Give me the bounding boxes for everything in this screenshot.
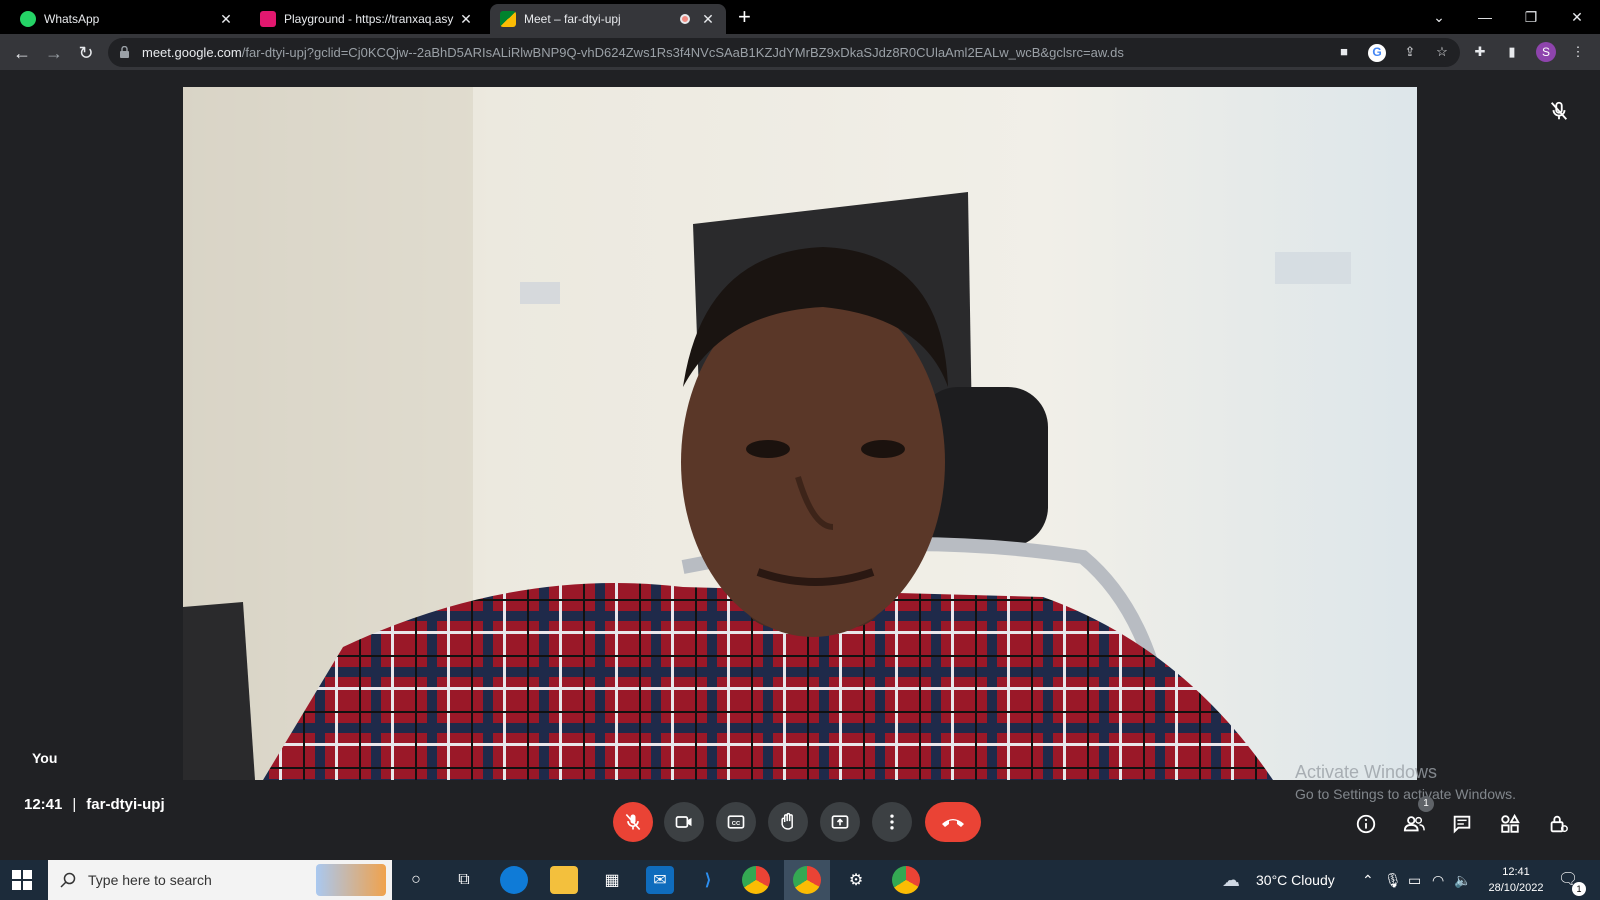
camera-icon	[675, 816, 692, 828]
url-host: meet.google.com	[142, 45, 242, 60]
close-tab-icon[interactable]: ✕	[700, 11, 716, 28]
webcam-image	[183, 87, 1417, 780]
notification-count-badge: 1	[1572, 882, 1586, 896]
raise-hand-icon	[781, 812, 793, 830]
minimize-button[interactable]: —	[1462, 4, 1508, 30]
meeting-details: 12:41 | far-dtyi-upj	[24, 796, 165, 813]
microphone-icon[interactable]: 🎙	[1384, 860, 1402, 900]
mail-icon[interactable]: ✉	[646, 866, 674, 894]
restore-button[interactable]: ❐	[1508, 4, 1554, 30]
leave-call-button[interactable]	[925, 802, 981, 842]
chrome-second-icon[interactable]	[892, 866, 920, 894]
playground-favicon-icon	[260, 11, 276, 27]
file-explorer-icon[interactable]	[550, 866, 578, 894]
forward-button[interactable]: →	[42, 41, 66, 65]
meeting-details-button[interactable]	[1352, 810, 1380, 838]
windows-taskbar: Type here to search ○ ⧉ ▦ ✉ ⟩ ⚙ ☁ 30°C C…	[0, 860, 1600, 900]
tab-search-icon[interactable]: ⌄	[1416, 4, 1462, 30]
clock-time: 12:41	[1502, 866, 1530, 878]
battery-icon[interactable]: ▭	[1408, 860, 1421, 900]
present-icon	[831, 815, 849, 829]
activate-windows-title: Activate Windows	[1295, 762, 1438, 782]
activate-windows-subtitle: Go to Settings to activate Windows.	[1295, 786, 1516, 802]
meeting-time: 12:41	[24, 796, 63, 813]
clock-date: 28/10/2022	[1488, 882, 1544, 894]
cloud-weather-icon[interactable]: ☁	[1222, 860, 1240, 900]
vscode-icon[interactable]: ⟩	[694, 866, 722, 894]
tab-title: Meet – far-dtyi-upj	[524, 12, 621, 26]
recording-indicator-icon	[680, 14, 690, 24]
tab-whatsapp[interactable]: WhatsApp ✕	[10, 4, 244, 34]
closed-captions-icon: CC	[727, 815, 745, 829]
hang-up-icon	[942, 819, 964, 827]
windows-start-icon[interactable]	[12, 870, 32, 890]
camera-in-use-icon[interactable]: ■	[1336, 44, 1352, 60]
self-video-feed	[183, 87, 1417, 780]
separator: |	[72, 796, 77, 813]
close-tab-icon[interactable]: ✕	[458, 11, 474, 28]
svg-text:CC: CC	[732, 821, 741, 827]
google-meet-icon	[500, 11, 516, 27]
chat-icon	[1453, 815, 1471, 834]
tab-title: WhatsApp	[44, 12, 100, 26]
info-icon	[1356, 814, 1376, 834]
volume-icon[interactable]: 🔈	[1454, 860, 1471, 900]
mic-toggle-button[interactable]	[613, 802, 653, 842]
raise-hand-button[interactable]	[768, 802, 808, 842]
chat-button[interactable]	[1448, 810, 1476, 838]
more-vert-icon	[890, 814, 894, 830]
people-icon	[1403, 816, 1425, 832]
reload-button[interactable]: ↻	[74, 41, 98, 65]
camera-toggle-button[interactable]	[664, 802, 704, 842]
meeting-code: far-dtyi-upj	[86, 796, 165, 813]
activities-button[interactable]	[1496, 810, 1524, 838]
more-options-button[interactable]	[872, 802, 912, 842]
close-tab-icon[interactable]: ✕	[218, 11, 234, 28]
browser-tab-bar: WhatsApp ✕ Playground - https://tranxaq.…	[0, 0, 1600, 34]
close-window-button[interactable]: ✕	[1554, 4, 1600, 30]
people-button[interactable]	[1400, 810, 1428, 838]
search-placeholder: Type here to search	[88, 872, 212, 888]
weather-status[interactable]: 30°C Cloudy	[1256, 860, 1335, 900]
side-panel-icon[interactable]: ▮	[1504, 44, 1520, 60]
whatsapp-icon	[20, 11, 36, 27]
back-button[interactable]: ←	[10, 41, 34, 65]
profile-avatar[interactable]: S	[1536, 42, 1556, 62]
tile-mic-off-icon	[1550, 101, 1568, 120]
cortana-icon[interactable]: ○	[402, 866, 430, 894]
settings-gear-icon[interactable]: ⚙	[842, 866, 870, 894]
tab-playground[interactable]: Playground - https://tranxaq.asy ✕	[250, 4, 484, 34]
extensions-icon[interactable]: ✚	[1472, 44, 1488, 60]
show-hidden-icons-chevron-icon[interactable]: ⌃	[1362, 860, 1374, 900]
tab-title: Playground - https://tranxaq.asy	[284, 12, 454, 26]
tab-meet[interactable]: Meet – far-dtyi-upj ✕	[490, 4, 726, 34]
search-highlight-icon[interactable]	[316, 864, 386, 896]
present-screen-button[interactable]	[820, 802, 860, 842]
address-bar[interactable]: meet.google.com/far-dtyi-upj?gclid=Cj0KC…	[108, 38, 1460, 67]
bookmark-star-icon[interactable]: ☆	[1434, 44, 1450, 60]
host-controls-button[interactable]	[1544, 810, 1572, 838]
participant-count-badge: 1	[1418, 796, 1434, 812]
host-controls-lock-icon	[1550, 815, 1568, 833]
browser-toolbar: ← → ↻ meet.google.com/far-dtyi-upj?gclid…	[0, 34, 1600, 71]
share-icon[interactable]: ⇪	[1402, 44, 1418, 60]
activities-icon	[1501, 813, 1520, 833]
self-name-label: You	[32, 750, 58, 766]
lock-icon[interactable]	[120, 46, 129, 58]
microsoft-store-icon[interactable]: ▦	[598, 866, 626, 894]
wifi-icon[interactable]: ◠	[1432, 860, 1444, 900]
chrome-icon[interactable]	[742, 866, 770, 894]
edge-browser-icon[interactable]	[500, 866, 528, 894]
browser-menu-icon[interactable]: ⋮	[1570, 44, 1586, 60]
new-tab-button[interactable]: +	[738, 6, 751, 28]
meet-stage: You 12:41 | far-dtyi-upj CC Activate Win…	[0, 72, 1600, 850]
mic-off-icon	[625, 813, 641, 831]
google-lens-icon[interactable]: G	[1368, 44, 1386, 62]
search-icon	[60, 872, 76, 888]
url-path: /far-dtyi-upj?gclid=Cj0KCQjw--2aBhD5ARIs…	[241, 45, 1124, 60]
chrome-profile-icon[interactable]	[793, 866, 821, 894]
taskbar-clock[interactable]: 12:41 28/10/2022	[1480, 864, 1552, 896]
captions-button[interactable]: CC	[716, 802, 756, 842]
task-view-icon[interactable]: ⧉	[450, 866, 478, 894]
